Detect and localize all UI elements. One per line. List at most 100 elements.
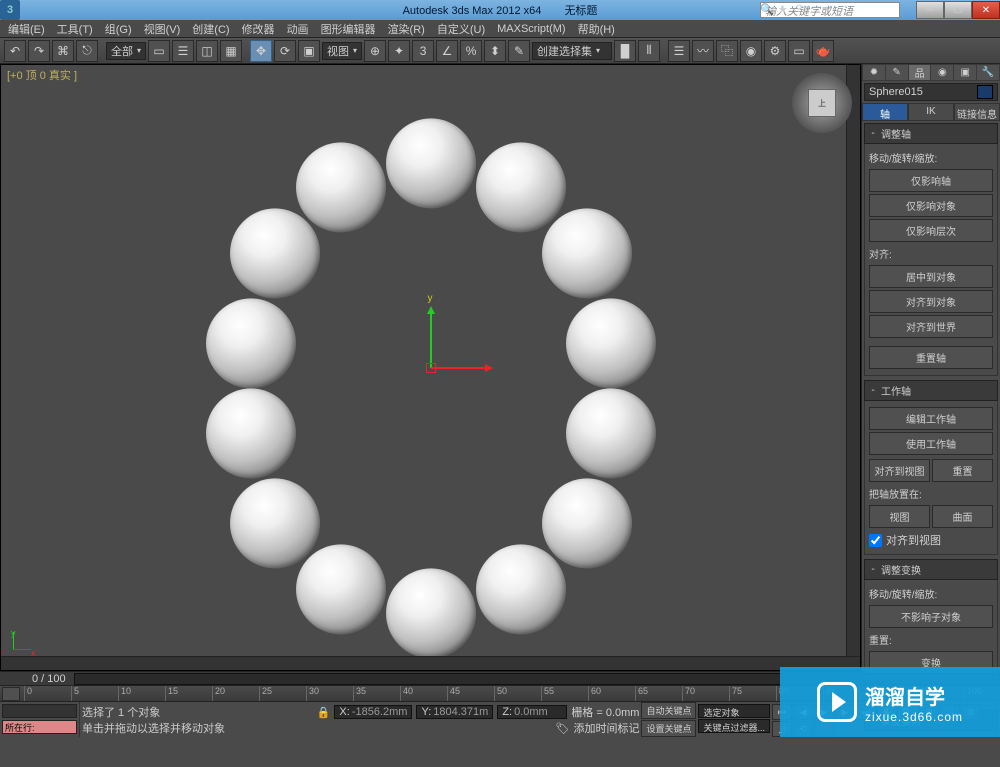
menu-create[interactable]: 创建(C): [186, 19, 235, 39]
btn-reset-pivot[interactable]: 重置轴: [869, 346, 993, 369]
btn-align-to-view[interactable]: 对齐到视图: [869, 459, 930, 482]
tab-hierarchy[interactable]: 品: [909, 65, 931, 80]
menu-views[interactable]: 视图(V): [138, 19, 187, 39]
schematic-button[interactable]: ⿻: [716, 40, 738, 62]
btn-place-surface[interactable]: 曲面: [932, 505, 993, 528]
time-tag-icon[interactable]: 🏷: [556, 722, 570, 735]
link-button[interactable]: ⌘: [52, 40, 74, 62]
tab-modify[interactable]: ✎: [886, 65, 908, 80]
curve-editor-button[interactable]: 〰: [692, 40, 714, 62]
add-time-tag[interactable]: 添加时间标记: [573, 720, 639, 736]
key-selset[interactable]: 选定对象: [698, 704, 770, 718]
undo-button[interactable]: ↶: [4, 40, 26, 62]
subtab-linkinfo[interactable]: 链接信息: [954, 103, 1000, 121]
menu-animation[interactable]: 动画: [281, 19, 315, 39]
select-button[interactable]: ▭: [148, 40, 170, 62]
viewcube[interactable]: 上: [792, 73, 852, 133]
chk-align-to-view[interactable]: 对齐到视图: [869, 530, 993, 550]
tab-motion[interactable]: ◉: [931, 65, 953, 80]
manipulate-button[interactable]: ✦: [388, 40, 410, 62]
app-logo-icon[interactable]: 3: [0, 0, 20, 20]
window-maximize-button[interactable]: ☐: [944, 1, 972, 19]
object-name-field[interactable]: Sphere015: [864, 83, 998, 101]
btn-affect-object-only[interactable]: 仅影响对象: [869, 194, 993, 217]
menu-tools[interactable]: 工具(T): [51, 19, 99, 39]
btn-affect-pivot-only[interactable]: 仅影响轴: [869, 169, 993, 192]
named-selset-combo[interactable]: 创建选择集: [532, 42, 612, 60]
btn-edit-working-pivot[interactable]: 编辑工作轴: [869, 407, 993, 430]
percent-snap-button[interactable]: %: [460, 40, 482, 62]
subtab-pivot[interactable]: 轴: [862, 103, 908, 121]
star-icon[interactable]: ★: [778, 3, 792, 17]
help-icon[interactable]: ?: [796, 3, 810, 17]
scale-button[interactable]: ▣: [298, 40, 320, 62]
btn-align-to-object[interactable]: 对齐到对象: [869, 290, 993, 313]
autokey-button[interactable]: 自动关键点: [641, 702, 696, 719]
tab-utilities[interactable]: 🔧: [977, 65, 999, 80]
btn-dont-affect-children[interactable]: 不影响子对象: [869, 605, 993, 628]
rollout-adjust-transform[interactable]: 调整变换: [864, 559, 998, 580]
snap-button[interactable]: 3: [412, 40, 434, 62]
btn-reset-wp[interactable]: 重置: [932, 459, 993, 482]
spinner-snap-button[interactable]: ⬍: [484, 40, 506, 62]
label-pivot: [869, 340, 993, 344]
label-mrs2: 移动/旋转/缩放:: [869, 584, 993, 603]
menu-customize[interactable]: 自定义(U): [431, 19, 491, 39]
render-frame-button[interactable]: ▭: [788, 40, 810, 62]
refcoord-combo[interactable]: 视图: [322, 42, 362, 60]
viewport-label[interactable]: [+0 顶 0 真实 ]: [7, 67, 77, 83]
window-minimize-button[interactable]: ─: [916, 1, 944, 19]
menu-maxscript[interactable]: MAXScript(M): [491, 21, 571, 37]
menu-grapheditors[interactable]: 图形编辑器: [315, 19, 382, 39]
setkey-button[interactable]: 设置关键点: [641, 720, 696, 737]
select-region-button[interactable]: ◫: [196, 40, 218, 62]
viewcube-face[interactable]: 上: [808, 89, 836, 117]
render-setup-button[interactable]: ⚙: [764, 40, 786, 62]
key-mode-button[interactable]: [2, 687, 20, 701]
lock-icon[interactable]: 🔒: [317, 706, 331, 719]
script-line[interactable]: 所在行:: [2, 720, 77, 734]
material-editor-button[interactable]: ◉: [740, 40, 762, 62]
script-listener[interactable]: [2, 704, 77, 718]
menu-rendering[interactable]: 渲染(R): [382, 19, 431, 39]
coord-z[interactable]: Z:0.0mm: [497, 705, 567, 719]
btn-center-to-object[interactable]: 居中到对象: [869, 265, 993, 288]
coord-y[interactable]: Y:1804.371m: [416, 705, 493, 719]
menu-group[interactable]: 组(G): [99, 19, 138, 39]
pivot-center-button[interactable]: ⊕: [364, 40, 386, 62]
rollout-working-pivot[interactable]: 工作轴: [864, 380, 998, 401]
tab-display[interactable]: ▣: [954, 65, 976, 80]
btn-affect-hierarchy-only[interactable]: 仅影响层次: [869, 219, 993, 242]
tab-create[interactable]: ✹: [863, 65, 885, 80]
window-close-button[interactable]: ✕: [972, 1, 1000, 19]
window-crossing-button[interactable]: ▦: [220, 40, 242, 62]
object-color-swatch[interactable]: [977, 85, 993, 99]
btn-place-view[interactable]: 视图: [869, 505, 930, 528]
rotate-button[interactable]: ⟳: [274, 40, 296, 62]
move-button[interactable]: ✥: [250, 40, 272, 62]
redo-button[interactable]: ↷: [28, 40, 50, 62]
layers-button[interactable]: ☰: [668, 40, 690, 62]
align-button[interactable]: ⫴: [638, 40, 660, 62]
edit-named-sel-button[interactable]: ✎: [508, 40, 530, 62]
viewport-hscroll[interactable]: [1, 656, 860, 670]
menubar: 编辑(E) 工具(T) 组(G) 视图(V) 创建(C) 修改器 动画 图形编辑…: [0, 20, 1000, 38]
viewport-vscroll[interactable]: [846, 65, 860, 656]
mirror-button[interactable]: ▐▌: [614, 40, 636, 62]
select-name-button[interactable]: ☰: [172, 40, 194, 62]
btn-align-to-world[interactable]: 对齐到世界: [869, 315, 993, 338]
menu-modifiers[interactable]: 修改器: [236, 19, 281, 39]
menu-help[interactable]: 帮助(H): [572, 19, 621, 39]
menu-edit[interactable]: 编辑(E): [2, 19, 51, 39]
rollout-adjust-pivot[interactable]: 调整轴: [864, 123, 998, 144]
btn-use-working-pivot[interactable]: 使用工作轴: [869, 432, 993, 455]
render-button[interactable]: 🫖: [812, 40, 834, 62]
viewport[interactable]: [+0 顶 0 真实 ] 上 y y x: [0, 64, 861, 671]
selection-filter-combo[interactable]: 全部: [106, 42, 146, 60]
subtab-ik[interactable]: IK: [908, 103, 954, 121]
infocenter-icon[interactable]: 🔍: [760, 3, 774, 17]
key-filters[interactable]: 关键点过滤器...: [698, 719, 770, 733]
coord-x[interactable]: X:-1856.2mm: [334, 705, 412, 719]
angle-snap-button[interactable]: ∠: [436, 40, 458, 62]
unlink-button[interactable]: ⎋: [76, 40, 98, 62]
